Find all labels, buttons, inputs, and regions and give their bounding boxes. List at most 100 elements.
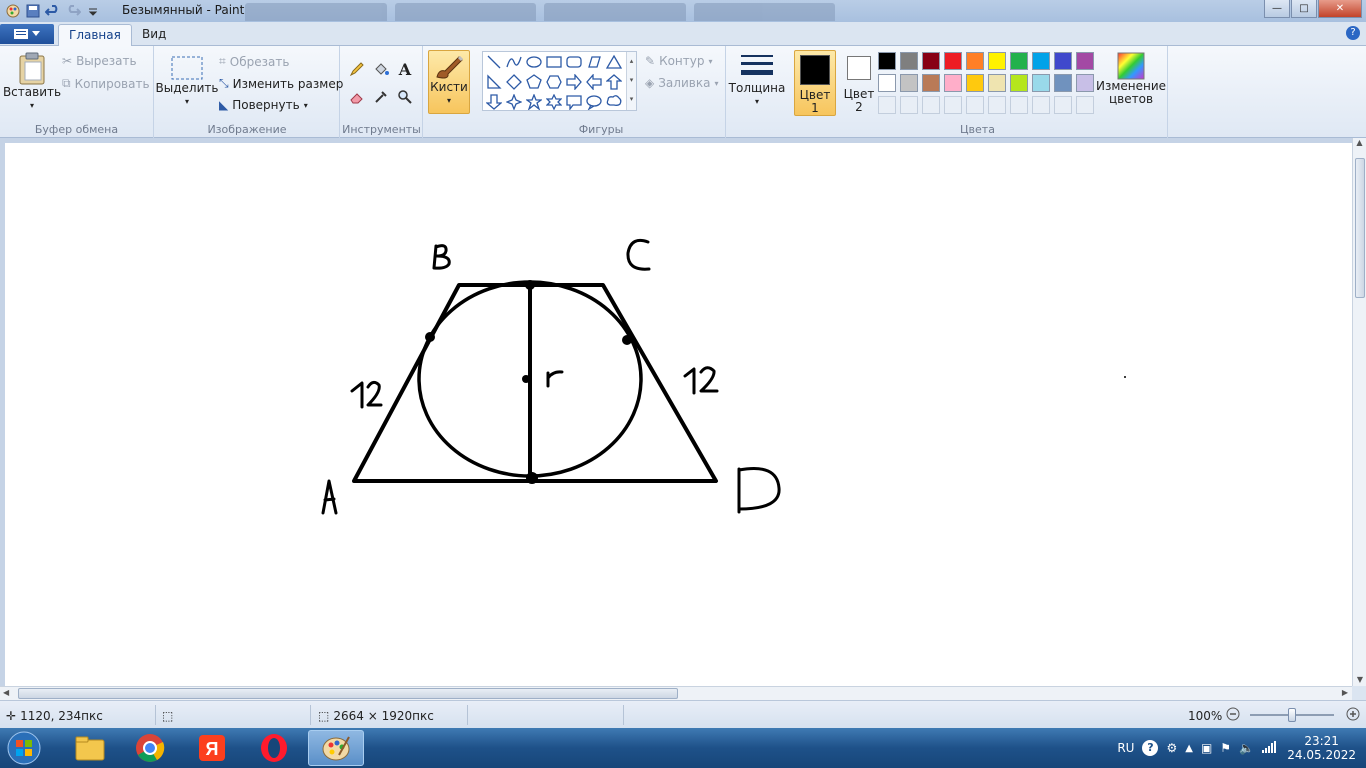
right-triangle-shape-icon[interactable]	[485, 73, 503, 91]
palette-swatch-row2-10[interactable]	[1076, 74, 1094, 92]
vertical-scrollbar[interactable]: ▲ ▼	[1352, 138, 1366, 686]
redo-icon[interactable]	[64, 2, 82, 20]
brushes-button[interactable]: Кисти ▾	[428, 50, 470, 114]
paint-app-icon[interactable]	[4, 2, 22, 20]
scroll-down-icon[interactable]: ▼	[1353, 675, 1366, 684]
cut-button[interactable]: ✂ Вырезать	[62, 54, 137, 68]
line-shape-icon[interactable]	[485, 53, 503, 71]
scroll-right-icon[interactable]: ▶	[1342, 688, 1348, 697]
paste-button[interactable]: Вставить ▾	[3, 52, 61, 112]
zoom-in-button[interactable]	[1346, 707, 1360, 721]
palette-custom-slot-10[interactable]	[1076, 96, 1094, 114]
taskbar-yandex[interactable]: Я	[184, 730, 240, 766]
network-signal-icon[interactable]	[1262, 740, 1276, 756]
palette-custom-slot-1[interactable]	[878, 96, 896, 114]
taskbar-opera[interactable]	[246, 730, 302, 766]
palette-swatch-row1-1[interactable]	[878, 52, 896, 70]
palette-swatch-row2-7[interactable]	[1010, 74, 1028, 92]
color-picker-icon[interactable]	[371, 87, 391, 107]
zoom-out-button[interactable]	[1226, 707, 1240, 721]
palette-swatch-row1-2[interactable]	[900, 52, 918, 70]
palette-custom-slot-8[interactable]	[1032, 96, 1050, 114]
palette-swatch-row2-8[interactable]	[1032, 74, 1050, 92]
scroll-up-icon[interactable]: ▲	[1353, 138, 1366, 147]
action-center-flag-icon[interactable]: ⚑	[1220, 741, 1231, 755]
palette-custom-slot-2[interactable]	[900, 96, 918, 114]
palette-swatch-row1-10[interactable]	[1076, 52, 1094, 70]
palette-swatch-row2-3[interactable]	[922, 74, 940, 92]
hexagon-shape-icon[interactable]	[545, 73, 563, 91]
text-tool-icon[interactable]: A	[395, 59, 415, 79]
magnifier-icon[interactable]	[395, 87, 415, 107]
scroll-left-icon[interactable]: ◀	[3, 688, 9, 697]
curve-shape-icon[interactable]	[505, 53, 523, 71]
oval-shape-icon[interactable]	[525, 53, 543, 71]
language-settings-icon[interactable]: ⚙	[1166, 741, 1177, 755]
color1-button[interactable]: Цвет 1	[794, 50, 836, 116]
six-point-star-shape-icon[interactable]	[545, 93, 563, 111]
palette-swatch-row2-9[interactable]	[1054, 74, 1072, 92]
palette-custom-slot-6[interactable]	[988, 96, 1006, 114]
start-button[interactable]	[4, 730, 44, 766]
paint-menu-button[interactable]	[0, 24, 54, 44]
cloud-callout-shape-icon[interactable]	[605, 93, 623, 111]
zoom-slider-thumb[interactable]	[1288, 708, 1296, 722]
minimize-button[interactable]: —	[1264, 0, 1290, 18]
palette-swatch-row1-5[interactable]	[966, 52, 984, 70]
palette-custom-slot-4[interactable]	[944, 96, 962, 114]
drawing-canvas[interactable]: B C A D 12 12 r	[5, 143, 1352, 686]
language-indicator[interactable]: RU	[1117, 741, 1134, 755]
eraser-icon[interactable]	[347, 87, 367, 107]
four-point-star-shape-icon[interactable]	[505, 93, 523, 111]
rect-callout-shape-icon[interactable]	[565, 93, 583, 111]
rectangle-shape-icon[interactable]	[545, 53, 563, 71]
color2-button[interactable]: Цвет 2	[840, 54, 878, 114]
save-icon[interactable]	[24, 2, 42, 20]
palette-custom-slot-3[interactable]	[922, 96, 940, 114]
palette-swatch-row2-1[interactable]	[878, 74, 896, 92]
show-hidden-icons[interactable]: ▲	[1185, 743, 1193, 754]
clock[interactable]: 23:21 24.05.2022	[1287, 734, 1356, 762]
outline-button[interactable]: ✎ Контур ▾	[645, 54, 713, 68]
pentagon-shape-icon[interactable]	[525, 73, 543, 91]
palette-swatch-row2-2[interactable]	[900, 74, 918, 92]
crop-button[interactable]: ⌗ Обрезать	[219, 54, 289, 69]
undo-icon[interactable]	[44, 2, 62, 20]
tab-view[interactable]: Вид	[132, 24, 176, 46]
volume-icon[interactable]: 🔈	[1239, 741, 1254, 755]
palette-swatch-row1-7[interactable]	[1010, 52, 1028, 70]
palette-swatch-row1-8[interactable]	[1032, 52, 1050, 70]
device-icon[interactable]: ▣	[1201, 741, 1212, 755]
fill-bucket-icon[interactable]	[371, 59, 391, 79]
copy-button[interactable]: ⧉ Копировать	[62, 76, 150, 91]
edit-colors-button[interactable]: Изменение цветов	[1096, 52, 1166, 106]
palette-swatch-row1-6[interactable]	[988, 52, 1006, 70]
help-icon[interactable]: ?	[1346, 26, 1360, 40]
triangle-shape-icon[interactable]	[605, 53, 623, 71]
down-arrow-shape-icon[interactable]	[485, 93, 503, 111]
customize-qat-icon[interactable]	[84, 2, 102, 20]
horizontal-scroll-thumb[interactable]	[18, 688, 678, 699]
select-button[interactable]: Выделить ▾	[156, 56, 218, 108]
palette-swatch-row1-3[interactable]	[922, 52, 940, 70]
right-arrow-shape-icon[interactable]	[565, 73, 583, 91]
maximize-button[interactable]: □	[1291, 0, 1317, 18]
close-button[interactable]: ✕	[1318, 0, 1362, 18]
fill-button[interactable]: ◈ Заливка ▾	[645, 76, 718, 90]
palette-swatch-row2-6[interactable]	[988, 74, 1006, 92]
size-button[interactable]: Толщина ▾	[729, 52, 785, 108]
left-arrow-shape-icon[interactable]	[585, 73, 603, 91]
up-arrow-shape-icon[interactable]	[605, 73, 623, 91]
pencil-icon[interactable]	[347, 59, 367, 79]
five-point-star-shape-icon[interactable]	[525, 93, 543, 111]
resize-button[interactable]: ⤡ Изменить размер	[219, 76, 343, 91]
palette-custom-slot-7[interactable]	[1010, 96, 1028, 114]
rotate-button[interactable]: ◣ Повернуть ▾	[219, 98, 308, 112]
language-help-icon[interactable]: ?	[1142, 740, 1159, 756]
polygon-shape-icon[interactable]	[585, 53, 603, 71]
shapes-gallery-scroll[interactable]: ▴ ▾ ▾	[626, 52, 636, 110]
oval-callout-shape-icon[interactable]	[585, 93, 603, 111]
taskbar-paint[interactable]	[308, 730, 364, 766]
palette-custom-slot-5[interactable]	[966, 96, 984, 114]
palette-swatch-row1-9[interactable]	[1054, 52, 1072, 70]
